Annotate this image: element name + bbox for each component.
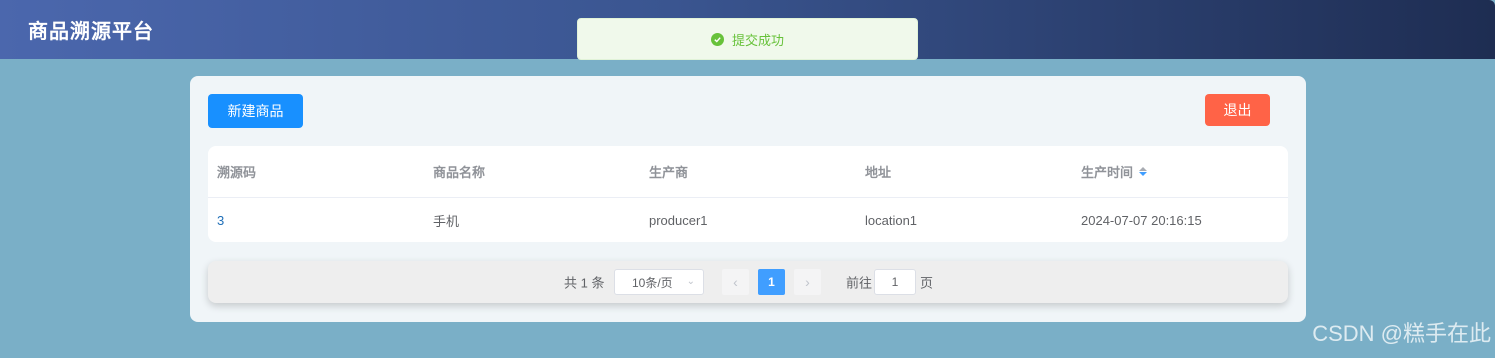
check-circle-icon bbox=[710, 32, 724, 46]
exit-button[interactable]: 退出 bbox=[1205, 94, 1270, 126]
header-production-time[interactable]: 生产时间 bbox=[1072, 146, 1148, 197]
success-toast: 提交成功 bbox=[577, 18, 918, 60]
chevron-down-icon: ⌄ bbox=[686, 276, 695, 287]
chevron-left-icon: ‹ bbox=[733, 274, 738, 290]
main-card: 新建商品 退出 溯源码 商品名称 生产商 地址 生产时间 3 手机 produc… bbox=[190, 76, 1306, 322]
prev-page-button[interactable]: ‹ bbox=[722, 269, 749, 295]
page-size-select[interactable]: 10条/页 ⌄ bbox=[614, 269, 704, 295]
table-header-row: 溯源码 商品名称 生产商 地址 生产时间 bbox=[208, 146, 1288, 198]
toast-message: 提交成功 bbox=[731, 32, 784, 48]
new-product-button[interactable]: 新建商品 bbox=[208, 94, 303, 128]
chevron-right-icon: › bbox=[805, 274, 810, 290]
sort-icon[interactable] bbox=[1139, 167, 1148, 176]
header-producer: 生产商 bbox=[649, 165, 689, 180]
app-title: 商品溯源平台 bbox=[28, 21, 154, 43]
goto-label: 前往 bbox=[846, 275, 873, 291]
page-size-value: 10条/页 bbox=[632, 275, 673, 290]
header-location: 地址 bbox=[865, 165, 892, 180]
goto-page-input[interactable] bbox=[874, 269, 916, 295]
cell-trace-code[interactable]: 3 bbox=[208, 198, 224, 242]
page-number-button[interactable]: 1 bbox=[758, 269, 785, 295]
table-row: 3 手机 producer1 location1 2024-07-07 20:1… bbox=[208, 198, 1288, 242]
header-product-name: 商品名称 bbox=[433, 165, 486, 180]
pagination: 共 1 条 10条/页 ⌄ ‹ 1 › 前往 页 bbox=[208, 261, 1288, 303]
cell-producer: producer1 bbox=[649, 212, 708, 228]
pagination-total: 共 1 条 bbox=[564, 275, 605, 291]
next-page-button[interactable]: › bbox=[794, 269, 821, 295]
cell-production-time: 2024-07-07 20:16:15 bbox=[1081, 212, 1202, 228]
header-trace-code: 溯源码 bbox=[217, 165, 257, 180]
watermark: CSDN @糕手在此 bbox=[1312, 321, 1491, 346]
cell-location: location1 bbox=[865, 212, 918, 228]
cell-product-name: 手机 bbox=[433, 213, 460, 229]
goto-suffix: 页 bbox=[920, 275, 934, 291]
header-production-time-label: 生产时间 bbox=[1081, 165, 1134, 180]
product-table: 溯源码 商品名称 生产商 地址 生产时间 3 手机 producer1 loca… bbox=[208, 146, 1288, 242]
